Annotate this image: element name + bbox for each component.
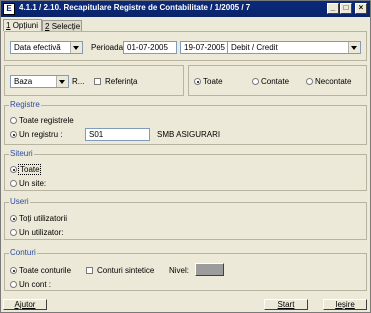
all-users-radio[interactable] — [10, 215, 17, 222]
one-account-label: Un cont : — [19, 280, 52, 289]
synthetic-accounts-checkbox[interactable] — [86, 267, 93, 274]
status-unposted-radio[interactable] — [306, 78, 313, 85]
date-from-input[interactable]: 01-07-2005 — [123, 41, 177, 54]
status-all-radio[interactable] — [194, 78, 201, 85]
app-icon: E — [3, 3, 15, 15]
chevron-down-icon — [348, 42, 360, 53]
base-select[interactable]: Baza — [10, 75, 69, 88]
reference-checkbox[interactable] — [94, 78, 101, 85]
period-label: Perioada: — [91, 43, 126, 52]
all-accounts-radio[interactable] — [10, 267, 17, 274]
chevron-down-icon — [70, 42, 82, 53]
registers-group: Registre Toate registrele Un registru : … — [4, 100, 367, 145]
status-panel: Toate Contate Necontate — [188, 65, 367, 96]
sites-title: Siteuri — [9, 149, 34, 159]
date-type-select[interactable]: Data efectivă — [10, 41, 83, 54]
status-unposted-label: Necontate — [315, 77, 352, 86]
accounts-title: Conturi — [9, 248, 37, 258]
date-type-value: Data efectivă — [14, 43, 61, 52]
tab-options[interactable]: 1 Opțiuni — [3, 19, 42, 31]
reference-label: Referința — [105, 77, 138, 86]
tab-selection[interactable]: 2 Selecție — [42, 20, 82, 31]
one-user-label: Un utilizator: — [19, 228, 64, 237]
period-filter-panel: Data efectivă Perioada: 01-07-2005 19-07… — [4, 31, 367, 61]
window-title: 4.1.1 / 2.10. Recapitulare Registre de C… — [19, 3, 251, 12]
accounts-group: Conturi Toate conturile Conturi sintetic… — [4, 248, 367, 291]
maximize-button[interactable]: □ — [340, 3, 352, 14]
status-all-label: Toate — [203, 77, 223, 86]
debit-credit-value: Debit / Credit — [231, 43, 278, 52]
one-register-radio[interactable] — [10, 131, 17, 138]
synthetic-accounts-label: Conturi sintetice — [97, 266, 155, 275]
one-register-label: Un registru : — [19, 130, 63, 139]
minimize-button[interactable]: _ — [327, 3, 339, 14]
debit-credit-select[interactable]: Debit / Credit — [227, 41, 361, 54]
users-group: Useri Toți utilizatorii Un utilizator: — [4, 197, 367, 240]
all-sites-label: Toate — [20, 165, 40, 174]
chevron-down-icon — [56, 76, 68, 87]
help-button[interactable]: Ajutor — [3, 299, 47, 310]
one-site-radio[interactable] — [10, 180, 17, 187]
register-name: SMB ASIGURARI — [157, 130, 221, 139]
base-panel: Baza R... Referința — [4, 65, 184, 96]
start-button[interactable]: Start — [264, 299, 308, 310]
level-label: Nivel: — [169, 266, 190, 275]
register-code-input[interactable]: S01 — [85, 128, 150, 141]
status-posted-label: Contate — [261, 77, 290, 86]
tab-options-number: 1 — [6, 21, 11, 30]
tab-selection-label: Selecție — [51, 22, 81, 31]
title-bar: E 4.1.1 / 2.10. Recapitulare Registre de… — [1, 1, 370, 17]
base-value: Baza — [14, 77, 33, 86]
all-users-label: Toți utilizatorii — [19, 214, 68, 223]
date-to-input[interactable]: 19-07-2005 — [180, 41, 233, 54]
one-account-radio[interactable] — [10, 281, 17, 288]
report-window: E 4.1.1 / 2.10. Recapitulare Registre de… — [0, 0, 371, 313]
all-sites-radio[interactable] — [10, 166, 17, 173]
r-label: R... — [72, 77, 85, 86]
close-button[interactable]: × — [355, 3, 367, 14]
users-title: Useri — [9, 197, 30, 207]
exit-button[interactable]: Ieșire — [323, 299, 367, 310]
one-user-radio[interactable] — [10, 229, 17, 236]
one-site-label: Un site: — [19, 179, 47, 188]
level-selector[interactable] — [195, 263, 224, 276]
sites-group: Siteuri Toate Un site: — [4, 149, 367, 191]
tab-options-label: Opțiuni — [12, 21, 39, 30]
status-posted-radio[interactable] — [252, 78, 259, 85]
all-registers-label: Toate registrele — [19, 116, 74, 125]
all-registers-radio[interactable] — [10, 117, 17, 124]
all-accounts-label: Toate conturile — [19, 266, 72, 275]
registers-title: Registre — [9, 100, 41, 110]
tab-selection-number: 2 — [45, 22, 50, 31]
